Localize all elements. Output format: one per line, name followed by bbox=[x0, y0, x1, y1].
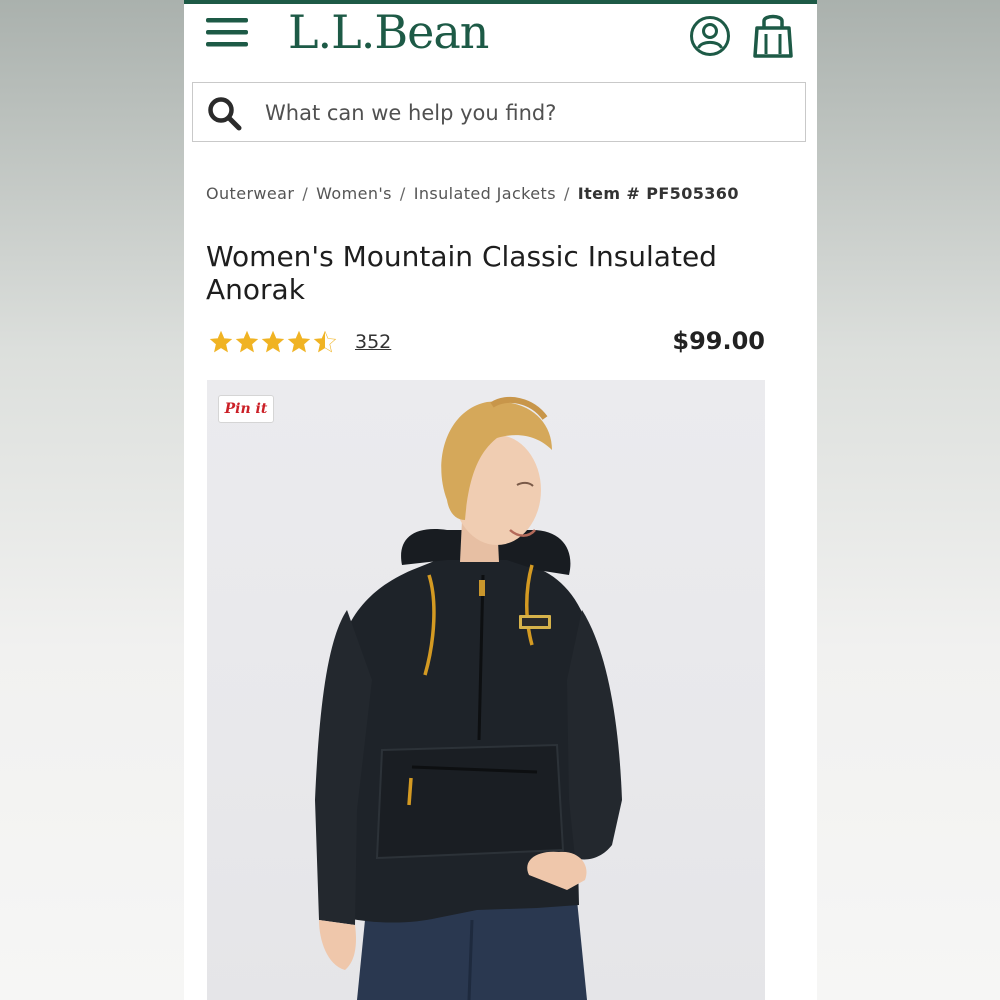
breadcrumb-separator: / bbox=[563, 184, 570, 203]
star-icon bbox=[209, 330, 233, 353]
star-icon bbox=[313, 330, 337, 353]
background-left bbox=[0, 0, 184, 1000]
breadcrumb: Outerwear / Women's / Insulated Jackets / Item… bbox=[206, 184, 796, 208]
hamburger-menu-icon[interactable] bbox=[206, 16, 248, 48]
top-accent-bar bbox=[184, 0, 817, 4]
product-image[interactable]: Pin it bbox=[207, 380, 765, 1000]
background-right bbox=[817, 0, 1000, 1000]
review-count-link[interactable]: 352 bbox=[355, 331, 391, 353]
mobile-page: L.L.Bean Outerwear / Women's / Insulated Jac… bbox=[184, 0, 817, 1000]
product-price: $99.00 bbox=[672, 327, 765, 355]
brand-logo[interactable]: L.L.Bean bbox=[288, 4, 489, 60]
user-account-icon[interactable] bbox=[689, 15, 731, 57]
breadcrumb-item-womens[interactable]: Women's bbox=[316, 184, 392, 203]
pin-it-button[interactable]: Pin it bbox=[218, 395, 274, 423]
breadcrumb-item-number: Item # PF505360 bbox=[577, 184, 739, 203]
search-input[interactable] bbox=[263, 83, 787, 143]
search-bar[interactable] bbox=[192, 82, 806, 143]
breadcrumb-item-outerwear[interactable]: Outerwear bbox=[206, 184, 294, 203]
product-photo bbox=[315, 396, 622, 1000]
breadcrumb-separator: / bbox=[302, 184, 309, 203]
star-icon bbox=[261, 330, 285, 353]
breadcrumb-separator: / bbox=[399, 184, 406, 203]
star-icon bbox=[235, 330, 259, 353]
shopping-bag-icon[interactable] bbox=[752, 12, 794, 58]
star-rating[interactable] bbox=[208, 330, 342, 356]
product-title: Women's Mountain Classic Insulated Anora… bbox=[206, 240, 717, 306]
search-icon[interactable] bbox=[207, 96, 243, 132]
star-icon bbox=[287, 330, 311, 353]
breadcrumb-item-insulated-jackets[interactable]: Insulated Jackets bbox=[414, 184, 556, 203]
